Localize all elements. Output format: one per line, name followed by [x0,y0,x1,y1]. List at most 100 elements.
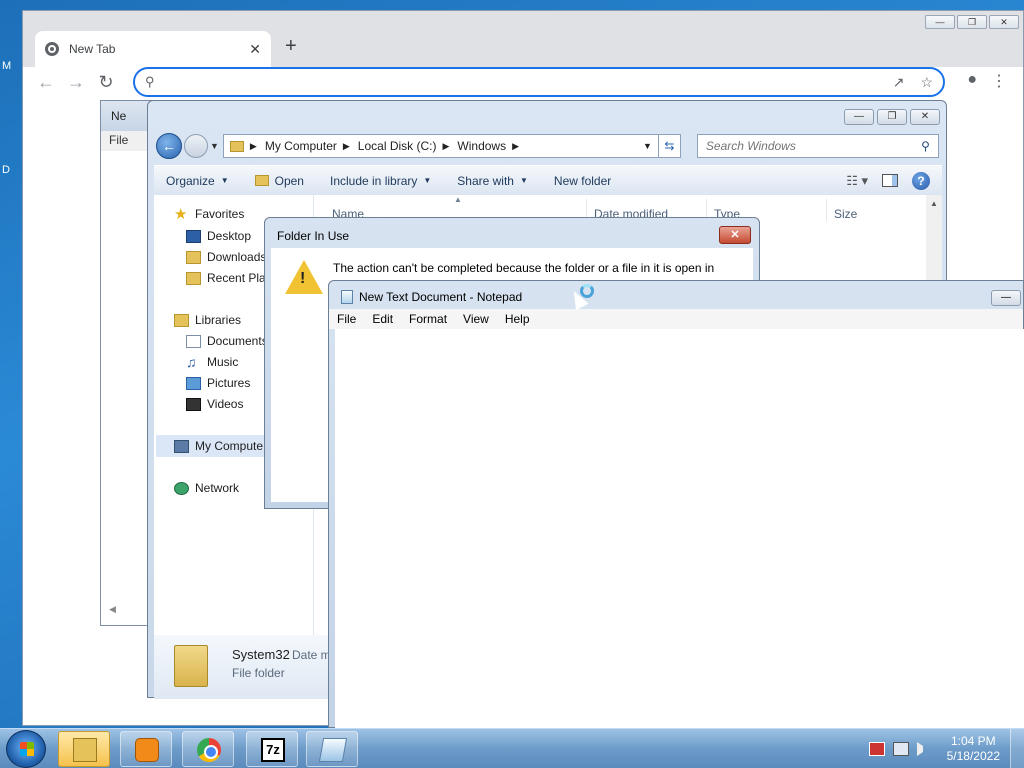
omnibox[interactable]: ⚲ ↗ ☆ [133,67,945,97]
history-dropdown-icon[interactable]: ▼ [210,141,219,151]
open-label: Open [274,173,304,188]
chrome-favicon-icon [45,42,59,56]
notepad-icon [318,738,348,762]
chrome-tab-new-tab[interactable]: New Tab ✕ [35,31,271,67]
new-folder-button[interactable]: New folder [542,174,625,188]
nav-item-pictures[interactable]: Pictures [186,376,250,390]
nav-item-recent-places[interactable]: Recent Plac [186,271,272,285]
media-player-icon [135,738,159,762]
nav-item-favorites[interactable]: ★ Favorites [174,207,244,222]
menu-edit[interactable]: Edit [372,312,393,326]
chevron-right-icon[interactable]: ▶ [343,141,350,152]
desktop-fragment-1: M [2,60,12,72]
taskbar-7zip-button[interactable]: 7z [246,731,298,767]
taskbar-chrome-button[interactable] [182,731,234,767]
scroll-left-icon[interactable]: ◀ [109,604,116,615]
taskbar-media-player-button[interactable] [120,731,172,767]
maximize-button[interactable]: ❐ [877,109,907,125]
omnibox-input[interactable] [164,74,877,90]
back-arrow-icon[interactable]: ← [31,72,61,93]
nav-item-network[interactable]: Network [174,481,239,495]
address-dropdown-icon[interactable]: ▼ [643,141,652,151]
chevron-down-icon: ▼ [519,176,528,185]
chrome-tab-strip: New Tab ✕ + — ❐ ✕ [23,11,1023,67]
chevron-right-icon[interactable]: ▶ [250,141,257,152]
search-icon[interactable]: ⚲ [921,139,930,153]
nav-item-documents[interactable]: Documents [186,334,268,348]
menu-format[interactable]: Format [409,312,447,326]
refresh-icon[interactable]: ⇆ [658,134,681,158]
taskbar-notepad-button[interactable] [306,731,358,767]
search-input[interactable] [705,139,922,153]
forward-arrow-icon[interactable]: → [61,72,91,93]
menu-help[interactable]: Help [505,312,530,326]
nav-item-label: Libraries [195,313,242,327]
nav-item-music[interactable]: ♫ Music [186,355,238,370]
share-with-button[interactable]: Share with ▼ [445,174,542,188]
start-button[interactable] [6,730,46,768]
chevron-down-icon: ▼ [423,176,432,185]
minimize-button[interactable]: — [991,290,1021,306]
organize-button[interactable]: Organize ▼ [154,174,243,188]
breadcrumb-local-disk[interactable]: Local Disk (C:) [358,139,437,153]
open-button[interactable]: Open [243,174,318,188]
action-center-flag-icon[interactable] [868,742,885,756]
nav-item-videos[interactable]: Videos [186,397,243,411]
selected-item-type: File folder [232,666,285,680]
system-tray: 1:04 PM 5/18/2022 [868,729,1024,768]
nav-item-label: Network [195,481,240,495]
new-tab-button[interactable]: + [285,35,297,58]
breadcrumb-windows[interactable]: Windows [457,139,506,153]
notepad-titlebar: New Text Document - Notepad [341,290,522,304]
column-divider[interactable] [826,199,827,221]
clock[interactable]: 1:04 PM 5/18/2022 [947,734,1000,764]
help-icon[interactable]: ? [912,171,930,190]
nav-item-desktop[interactable]: Desktop [186,229,251,243]
share-icon[interactable]: ↗ [893,74,905,91]
menu-kebab-icon[interactable]: ⋮ [991,71,1007,91]
dialog-close-button[interactable]: ✕ [719,226,751,244]
bookmark-star-icon[interactable]: ☆ [920,74,933,91]
volume-icon[interactable] [916,742,929,756]
minimize-button[interactable]: — [844,109,874,125]
back-button[interactable]: ← [156,133,182,159]
chevron-right-icon[interactable]: ▶ [512,141,519,152]
column-header-size[interactable]: Size [834,207,857,221]
address-bar[interactable]: ▶ My Computer ▶ Local Disk (C:) ▶ Window… [222,134,659,158]
nav-item-downloads[interactable]: Downloads [186,250,266,264]
include-in-library-button[interactable]: Include in library ▼ [318,174,445,188]
network-status-icon[interactable] [892,742,909,756]
breadcrumb-my-computer[interactable]: My Computer [265,139,337,153]
notepad-menubar: File Edit Format View Help [329,309,1023,329]
search-box[interactable]: ⚲ [696,134,939,158]
warning-exclamation-icon: ! [300,270,306,287]
maximize-button[interactable]: ❐ [957,15,987,29]
menu-view[interactable]: View [463,312,489,326]
computer-icon [174,439,189,453]
preview-pane-icon[interactable] [882,174,898,187]
clock-date: 5/18/2022 [946,749,1000,763]
close-button[interactable]: ✕ [989,15,1019,29]
chevron-down-icon: ▼ [220,176,229,185]
profile-avatar-icon[interactable]: ● [967,71,977,91]
view-options-icon[interactable]: ☷ ▾ [846,173,868,189]
recent-places-icon [186,271,201,285]
forward-button[interactable] [184,134,208,158]
minimize-button[interactable]: — [925,15,955,29]
taskbar-explorer-button[interactable] [58,731,110,767]
chevron-right-icon[interactable]: ▶ [442,141,449,152]
menu-file[interactable]: File [337,312,356,326]
chrome-tab-title: New Tab [69,42,116,56]
chrome-window-controls: — ❐ ✕ [925,15,1019,29]
dialog-message: The action can't be completed because th… [333,261,715,275]
show-desktop-button[interactable] [1010,729,1024,768]
reload-icon[interactable]: ↻ [91,72,121,93]
tab-close-icon[interactable]: ✕ [249,41,261,58]
nav-item-libraries[interactable]: Libraries [174,313,241,327]
notepad-text-area[interactable] [335,329,1024,729]
network-icon [174,481,189,495]
new-folder-label: New folder [553,173,612,188]
close-button[interactable]: ✕ [910,109,940,125]
share-with-label: Share with [457,173,514,188]
nav-item-label: Recent Plac [207,271,272,285]
